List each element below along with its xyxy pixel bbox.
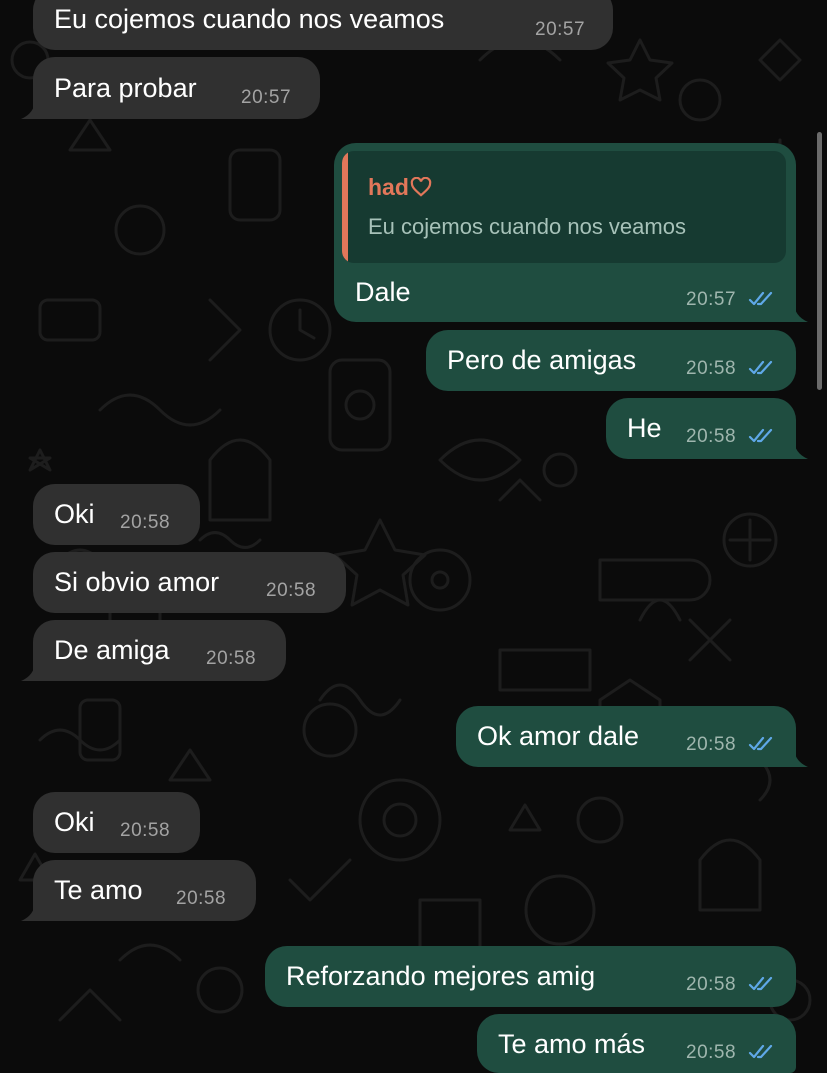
- message-time: 20:57: [241, 87, 292, 108]
- message-text: Te amo: [54, 875, 143, 905]
- message-time: 20:58: [120, 512, 171, 533]
- message-incoming[interactable]: Si obvio amor 20:58: [33, 552, 346, 613]
- bubble-tail: [784, 439, 808, 459]
- message-text: Reforzando mejores amig: [286, 961, 596, 991]
- message-time: 20:58: [686, 358, 737, 379]
- double-check-read-icon: [748, 976, 773, 991]
- heart-outline-icon: [410, 177, 432, 197]
- message-time: 20:57: [535, 19, 586, 40]
- message-text: Pero de amigas: [447, 345, 637, 375]
- message-incoming[interactable]: Eu cojemos cuando nos veamos 20:57: [33, 0, 613, 50]
- message-outgoing[interactable]: Ok amor dale 20:58: [456, 706, 808, 767]
- double-check-read-icon: [748, 736, 773, 751]
- double-check-read-icon: [748, 291, 773, 306]
- reply-quote-text: Eu cojemos cuando nos veamos: [368, 214, 686, 239]
- message-text: Para probar: [54, 73, 197, 103]
- message-text: He: [627, 413, 662, 443]
- message-incoming[interactable]: Oki 20:58: [33, 792, 200, 853]
- message-outgoing[interactable]: Te amo más 20:58: [477, 1014, 796, 1073]
- message-incoming[interactable]: Oki 20:58: [33, 484, 200, 545]
- chat-view[interactable]: Eu cojemos cuando nos veamos 20:57 Para …: [0, 0, 827, 1073]
- message-time: 20:58: [686, 426, 737, 447]
- double-check-read-icon: [748, 1044, 773, 1059]
- message-outgoing[interactable]: Reforzando mejores amig 20:58: [265, 946, 796, 1007]
- reply-author-name: had: [368, 174, 409, 200]
- reply-accent-bar: [342, 151, 348, 263]
- reply-author: had: [368, 173, 432, 201]
- message-text: Ok amor dale: [477, 721, 640, 751]
- message-incoming[interactable]: Te amo 20:58: [21, 860, 256, 921]
- message-time: 20:57: [686, 289, 737, 310]
- bubble-tail: [21, 99, 45, 119]
- double-check-read-icon: [748, 360, 773, 375]
- bubble-tail: [784, 747, 808, 767]
- reply-quote[interactable]: had Eu cojemos cuando nos veamos: [342, 151, 786, 263]
- scrollbar[interactable]: [817, 132, 822, 390]
- message-outgoing[interactable]: He 20:58: [606, 398, 808, 459]
- message-text: Oki: [54, 499, 95, 529]
- message-time: 20:58: [686, 974, 737, 995]
- bubble-tail: [784, 302, 808, 322]
- message-time: 20:58: [120, 820, 171, 841]
- double-check-read-icon: [748, 428, 773, 443]
- message-text: Dale: [355, 277, 411, 307]
- message-time: 20:58: [686, 1042, 737, 1063]
- message-text: De amiga: [54, 635, 170, 665]
- message-outgoing-reply[interactable]: had Eu cojemos cuando nos veamos Dale 20…: [334, 143, 808, 322]
- bubble-tail: [21, 661, 45, 681]
- message-time: 20:58: [176, 888, 227, 909]
- message-text: Te amo más: [498, 1029, 646, 1059]
- bubble-tail: [21, 901, 45, 921]
- message-text: Oki: [54, 807, 95, 837]
- message-incoming[interactable]: Para probar 20:57: [21, 57, 320, 119]
- message-time: 20:58: [206, 648, 257, 669]
- message-time: 20:58: [266, 580, 317, 601]
- message-text: Eu cojemos cuando nos veamos: [54, 4, 445, 34]
- message-text: Si obvio amor: [54, 567, 220, 597]
- message-outgoing[interactable]: Pero de amigas 20:58: [426, 330, 796, 391]
- message-time: 20:58: [686, 734, 737, 755]
- message-incoming[interactable]: De amiga 20:58: [21, 620, 286, 681]
